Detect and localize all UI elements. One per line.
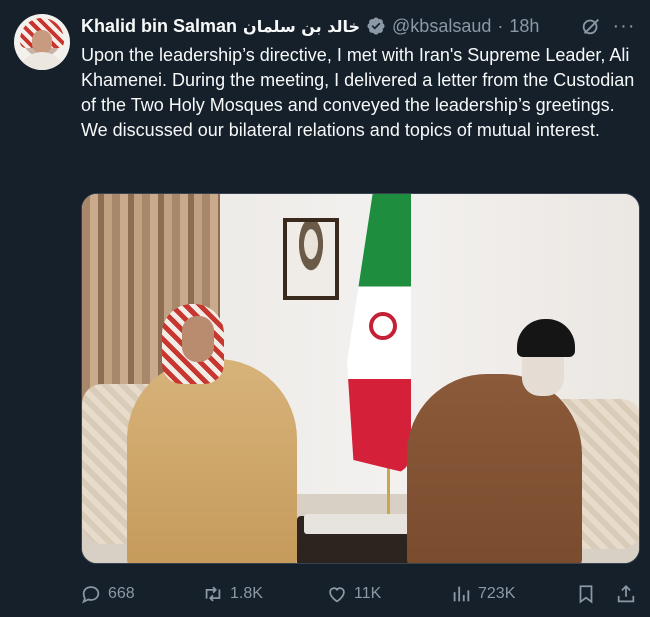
- bookmark-button[interactable]: [575, 579, 597, 609]
- author-name[interactable]: Khalid bin Salman: [81, 16, 237, 37]
- photo-person-left-robe: [127, 359, 297, 563]
- timestamp[interactable]: 18h: [509, 16, 539, 37]
- grok-icon[interactable]: [579, 14, 603, 38]
- author-handle[interactable]: @kbsalsaud: [392, 16, 491, 37]
- tweet-header: Khalid bin Salman خالد بن سلمان @kbsalsa…: [81, 13, 539, 39]
- tweet-photo[interactable]: [81, 193, 640, 564]
- repost-button[interactable]: 1.8K: [202, 579, 263, 609]
- bookmark-icon: [579, 585, 593, 604]
- reply-icon: [82, 586, 100, 604]
- repost-count: 1.8K: [230, 585, 263, 602]
- verified-badge-icon[interactable]: [366, 16, 386, 36]
- tweet[interactable]: Khalid bin Salman خالد بن سلمان @kbsalsa…: [0, 0, 650, 617]
- repost-icon: [205, 586, 221, 602]
- views-button[interactable]: 723K: [450, 579, 515, 609]
- like-button[interactable]: 11K: [326, 579, 381, 609]
- tweet-actions: 668 1.8K 11K 723K: [80, 579, 644, 609]
- separator-dot: ·: [497, 15, 504, 36]
- tweet-text: Upon the leadership’s directive, I met w…: [81, 45, 635, 140]
- heart-icon: [329, 587, 345, 603]
- avatar-robe: [18, 52, 66, 70]
- share-icon: [617, 584, 635, 603]
- photo-person-left-face: [182, 316, 214, 362]
- photo-person-right-robe: [407, 374, 582, 563]
- more-options-icon[interactable]: ···: [612, 14, 636, 38]
- avatar[interactable]: [14, 14, 70, 70]
- photo-flag-emblem: [369, 312, 397, 340]
- avatar-face: [32, 30, 52, 54]
- photo-portrait-frame: [283, 218, 339, 300]
- views-count: 723K: [478, 585, 516, 602]
- reply-count: 668: [108, 585, 135, 602]
- author-name-arabic[interactable]: خالد بن سلمان: [243, 17, 360, 36]
- like-count: 11K: [354, 585, 382, 602]
- share-button[interactable]: [615, 579, 637, 609]
- views-icon: [453, 586, 470, 602]
- reply-button[interactable]: 668: [80, 579, 135, 609]
